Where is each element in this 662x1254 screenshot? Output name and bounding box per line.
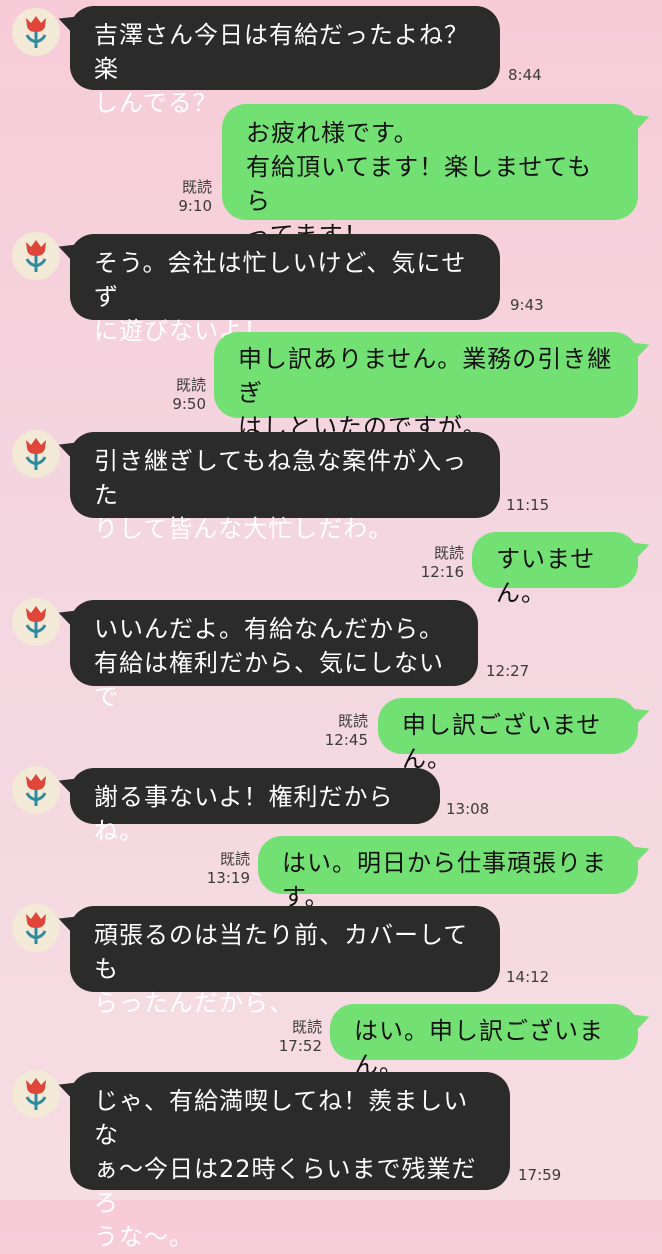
tulip-icon bbox=[25, 912, 47, 944]
message-bubble-sent[interactable]: 申し訳ありません。業務の引き継ぎ はしといたのですが。 bbox=[214, 332, 638, 441]
message-time: 9:43 bbox=[510, 296, 544, 314]
read-receipt: 既読 bbox=[291, 1018, 322, 1036]
message-bubble-sent[interactable]: すいません。 bbox=[472, 532, 638, 607]
message-bubble-received[interactable]: 謝る事ないよ！権利だからね。 bbox=[70, 768, 440, 845]
tulip-icon bbox=[25, 774, 47, 806]
message-bubble-received[interactable]: 吉澤さん今日は有給だったよね？楽 しんでる？ bbox=[70, 6, 500, 117]
read-receipt: 既読 bbox=[337, 712, 368, 730]
message-bubble-received[interactable]: じゃ、有給満喫してね！羨ましいな ぁ〜今日は22時くらいまで残業だろ うな〜。 bbox=[70, 1072, 510, 1251]
read-receipt: 既読 bbox=[175, 376, 206, 394]
tulip-icon bbox=[25, 240, 47, 272]
message-time: 12:27 bbox=[486, 662, 530, 680]
message-bubble-received[interactable]: 引き継ぎしてもね急な案件が入った りして皆んな大忙しだわ。 bbox=[70, 432, 500, 543]
read-receipt: 既読 bbox=[433, 544, 464, 562]
contact-avatar[interactable] bbox=[12, 766, 60, 814]
message-time: 13:19 bbox=[206, 869, 250, 887]
tulip-icon bbox=[25, 606, 47, 638]
contact-avatar[interactable] bbox=[12, 598, 60, 646]
read-receipt: 既読 bbox=[181, 178, 212, 196]
message-time: 17:52 bbox=[278, 1037, 322, 1055]
message-time: 9:10 bbox=[178, 197, 212, 215]
message-time: 8:44 bbox=[508, 66, 542, 84]
read-status: 既読 17:52 bbox=[278, 1018, 322, 1056]
read-status: 既読 12:45 bbox=[324, 712, 368, 750]
message-bubble-sent[interactable]: 申し訳ございません。 bbox=[378, 698, 638, 773]
tulip-icon bbox=[25, 438, 47, 470]
message-bubble-received[interactable]: 頑張るのは当たり前、カバーしても らったんだから、 bbox=[70, 906, 500, 1017]
message-time: 14:12 bbox=[506, 968, 550, 986]
message-bubble-received[interactable]: いいんだよ。有給なんだから。 有給は権利だから、気にしないで bbox=[70, 600, 478, 711]
tulip-icon bbox=[25, 1078, 47, 1110]
contact-avatar[interactable] bbox=[12, 1070, 60, 1118]
message-time: 12:45 bbox=[324, 731, 368, 749]
read-status: 既読 13:19 bbox=[206, 850, 250, 888]
read-receipt: 既読 bbox=[219, 850, 250, 868]
read-status: 既読 12:16 bbox=[420, 544, 464, 582]
message-bubble-sent[interactable]: はい。明日から仕事頑張ります。 bbox=[258, 836, 638, 911]
contact-avatar[interactable] bbox=[12, 8, 60, 56]
message-bubble-sent[interactable]: はい。申し訳ございまん。 bbox=[330, 1004, 638, 1079]
tulip-icon bbox=[25, 16, 47, 48]
read-status: 既読 9:50 bbox=[168, 376, 206, 414]
message-time: 12:16 bbox=[420, 563, 464, 581]
contact-avatar[interactable] bbox=[12, 232, 60, 280]
message-time: 11:15 bbox=[506, 496, 550, 514]
message-bubble-received[interactable]: そう。会社は忙しいけど、気にせず に遊びないよ！ bbox=[70, 234, 500, 345]
contact-avatar[interactable] bbox=[12, 904, 60, 952]
message-bubble-sent[interactable]: お疲れ様です。 有給頂いてます！楽しませてもら ってます！ bbox=[222, 104, 638, 249]
read-status: 既読 9:10 bbox=[172, 178, 212, 216]
message-time: 13:08 bbox=[446, 800, 490, 818]
contact-avatar[interactable] bbox=[12, 430, 60, 478]
message-time: 9:50 bbox=[172, 395, 206, 413]
message-time: 17:59 bbox=[518, 1166, 562, 1184]
